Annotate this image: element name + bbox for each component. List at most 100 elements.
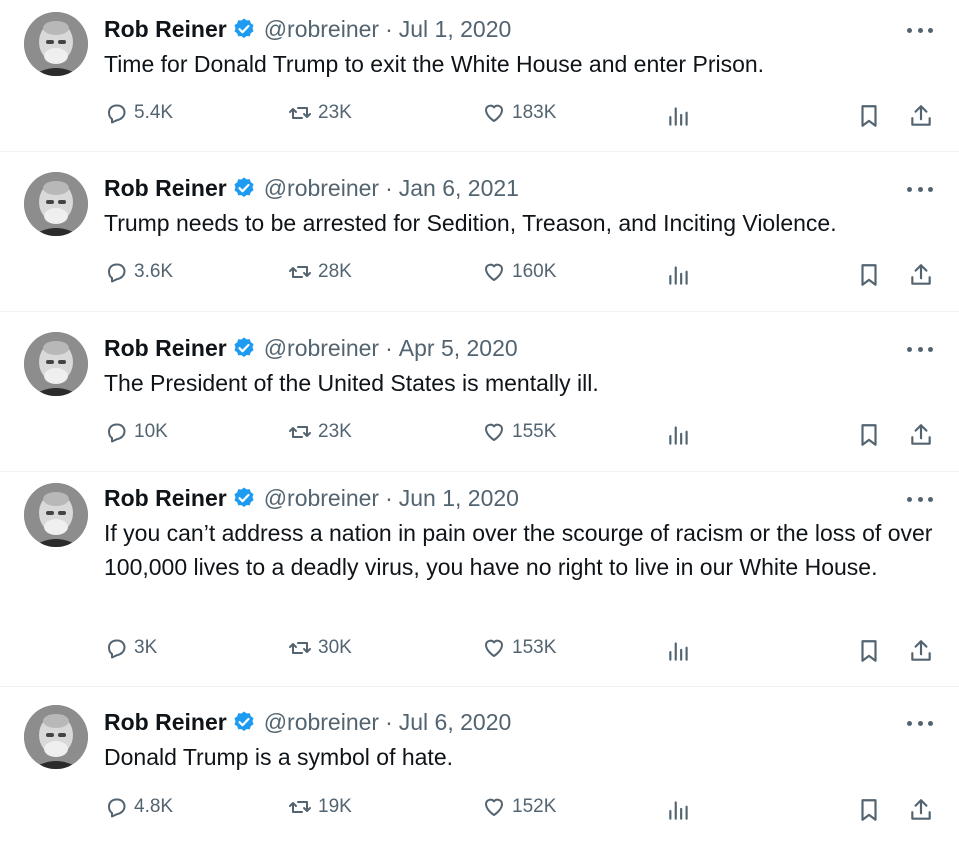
tweet-date[interactable]: Jun 1, 2020 — [399, 485, 519, 512]
bookmark-icon[interactable] — [856, 797, 882, 823]
more-icon[interactable] — [907, 489, 933, 509]
tweet[interactable]: Rob Reiner @robreiner · Jun 1, 2020 If y… — [0, 472, 959, 687]
reply-icon — [108, 798, 126, 818]
retweet-button[interactable]: 19K — [288, 795, 352, 819]
author-name[interactable]: Rob Reiner — [104, 709, 227, 736]
tweet-date[interactable]: Jul 1, 2020 — [399, 16, 512, 43]
separator: · — [385, 484, 393, 511]
retweet-button[interactable]: 23K — [288, 420, 352, 444]
retweet-icon — [289, 266, 311, 278]
tweet-header: Rob Reiner @robreiner · Jul 6, 2020 — [104, 707, 511, 737]
tweet-actions: 4.8K 19K 152K — [104, 795, 939, 825]
tweet[interactable]: Rob Reiner @robreiner · Jan 6, 2021 Trum… — [0, 152, 959, 312]
share-icon[interactable] — [908, 262, 934, 288]
share-icon[interactable] — [908, 638, 934, 664]
views-icon[interactable] — [666, 797, 692, 823]
like-button[interactable]: 152K — [482, 795, 556, 819]
retweet-button[interactable]: 28K — [288, 260, 352, 284]
reply-icon — [108, 263, 126, 283]
reply-count: 4.8K — [134, 796, 174, 817]
tweet[interactable]: Rob Reiner @robreiner · Jul 6, 2020 Dona… — [0, 687, 959, 843]
views-icon[interactable] — [666, 262, 692, 288]
avatar[interactable] — [24, 172, 88, 236]
like-button[interactable]: 155K — [482, 420, 556, 444]
like-button[interactable]: 183K — [482, 101, 556, 125]
author-name[interactable]: Rob Reiner — [104, 175, 227, 202]
reply-button[interactable]: 5.4K — [104, 101, 173, 125]
retweet-count: 23K — [318, 102, 352, 123]
bookmark-icon[interactable] — [856, 422, 882, 448]
author-name[interactable]: Rob Reiner — [104, 16, 227, 43]
avatar[interactable] — [24, 12, 88, 76]
more-icon[interactable] — [907, 339, 933, 359]
tweet-actions: 3K 30K 153K — [104, 636, 939, 666]
tweet-header: Rob Reiner @robreiner · Jun 1, 2020 — [104, 483, 519, 513]
author-name[interactable]: Rob Reiner — [104, 335, 227, 362]
share-icon[interactable] — [908, 103, 934, 129]
tweet-header: Rob Reiner @robreiner · Apr 5, 2020 — [104, 333, 518, 363]
more-icon[interactable] — [907, 179, 933, 199]
author-handle[interactable]: @robreiner — [264, 709, 379, 736]
reply-icon — [108, 423, 126, 443]
retweet-icon — [289, 426, 311, 438]
tweet-text: Time for Donald Trump to exit the White … — [104, 51, 765, 77]
verified-badge-icon — [232, 17, 256, 41]
bookmark-icon[interactable] — [856, 103, 882, 129]
verified-badge-icon — [232, 710, 256, 734]
reply-button[interactable]: 10K — [104, 420, 168, 444]
more-icon[interactable] — [907, 20, 933, 40]
tweet-header: Rob Reiner @robreiner · Jan 6, 2021 — [104, 173, 519, 203]
views-icon[interactable] — [666, 422, 692, 448]
heart-icon — [485, 263, 503, 281]
bookmark-icon[interactable] — [856, 262, 882, 288]
author-handle[interactable]: @robreiner — [264, 335, 379, 362]
separator: · — [385, 15, 393, 42]
tweet-date[interactable]: Apr 5, 2020 — [399, 335, 518, 362]
separator: · — [385, 334, 393, 361]
tweet-actions: 10K 23K 155K — [104, 420, 939, 450]
reply-button[interactable]: 3K — [104, 636, 157, 660]
reply-count: 3K — [134, 637, 158, 658]
tweet-actions: 3.6K 28K 160K — [104, 260, 939, 290]
reply-button[interactable]: 3.6K — [104, 260, 173, 284]
tweet[interactable]: Rob Reiner @robreiner · Jul 1, 2020 Time… — [0, 0, 959, 152]
reply-count: 3.6K — [134, 261, 174, 282]
more-icon[interactable] — [907, 713, 933, 733]
tweet-date[interactable]: Jan 6, 2021 — [399, 175, 519, 202]
tweet-text: Trump needs to be arrested for Sedition,… — [104, 210, 837, 236]
author-handle[interactable]: @robreiner — [264, 16, 379, 43]
bookmark-icon[interactable] — [856, 638, 882, 664]
heart-icon — [485, 423, 503, 441]
retweet-count: 23K — [318, 421, 352, 442]
retweet-count: 28K — [318, 261, 352, 282]
reply-icon — [108, 639, 126, 659]
retweet-button[interactable]: 23K — [288, 101, 352, 125]
reply-button[interactable]: 4.8K — [104, 795, 173, 819]
avatar[interactable] — [24, 332, 88, 396]
like-button[interactable]: 153K — [482, 636, 556, 660]
views-icon[interactable] — [666, 638, 692, 664]
tweet-actions: 5.4K 23K 183K — [104, 101, 939, 131]
tweet-text: If you can’t address a nation in pain ov… — [104, 520, 933, 580]
share-icon[interactable] — [908, 422, 934, 448]
like-button[interactable]: 160K — [482, 260, 556, 284]
retweet-icon — [289, 107, 311, 119]
views-icon[interactable] — [666, 103, 692, 129]
like-count: 153K — [512, 637, 557, 658]
tweet-date[interactable]: Jul 6, 2020 — [399, 709, 512, 736]
avatar[interactable] — [24, 483, 88, 547]
tweet-text: The President of the United States is me… — [104, 370, 599, 396]
verified-badge-icon — [232, 486, 256, 510]
retweet-count: 30K — [318, 637, 352, 658]
verified-badge-icon — [232, 336, 256, 360]
avatar[interactable] — [24, 705, 88, 769]
separator: · — [385, 174, 393, 201]
author-handle[interactable]: @robreiner — [264, 175, 379, 202]
retweet-button[interactable]: 30K — [288, 636, 352, 660]
tweet-header: Rob Reiner @robreiner · Jul 1, 2020 — [104, 14, 511, 44]
author-name[interactable]: Rob Reiner — [104, 485, 227, 512]
share-icon[interactable] — [908, 797, 934, 823]
author-handle[interactable]: @robreiner — [264, 485, 379, 512]
tweet[interactable]: Rob Reiner @robreiner · Apr 5, 2020 The … — [0, 312, 959, 472]
heart-icon — [485, 104, 503, 122]
